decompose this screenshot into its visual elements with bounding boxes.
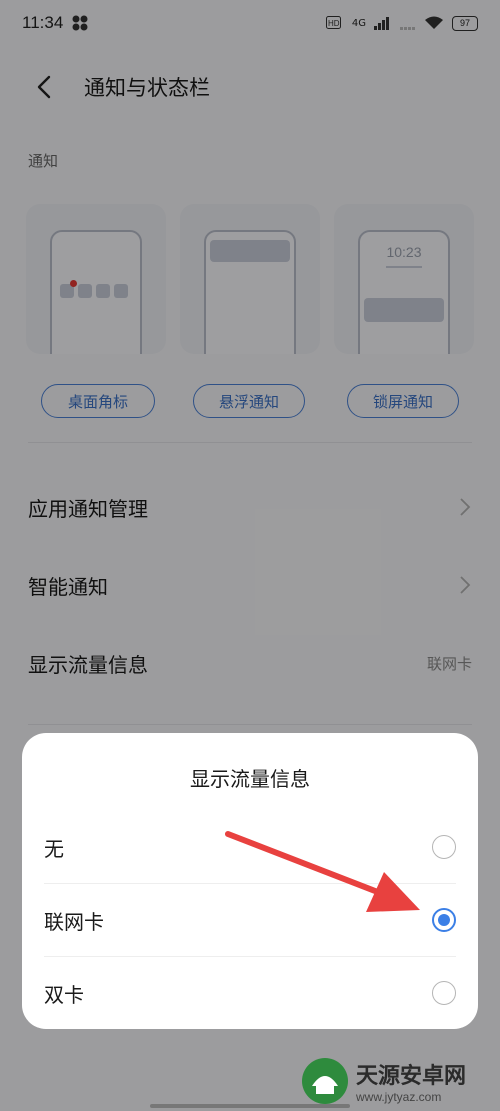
radio-button[interactable] xyxy=(432,835,456,859)
option-label: 无 xyxy=(44,836,64,861)
radio-button-selected[interactable] xyxy=(432,908,456,932)
home-indicator[interactable] xyxy=(150,1104,350,1108)
watermark: 天源安卓网 www.jytyaz.com xyxy=(300,1050,500,1111)
option-dual-card[interactable]: 双卡 xyxy=(22,957,478,1029)
dialog-title: 显示流量信息 xyxy=(190,767,310,791)
option-label: 双卡 xyxy=(44,982,84,1007)
radio-button[interactable] xyxy=(432,981,456,1005)
watermark-url: www.jytyaz.com xyxy=(356,1089,442,1104)
option-none[interactable]: 无 xyxy=(22,811,478,883)
option-connected-card[interactable]: 联网卡 xyxy=(22,884,478,956)
option-label: 联网卡 xyxy=(44,909,104,934)
watermark-name: 天源安卓网 xyxy=(356,1063,467,1089)
watermark-logo-icon xyxy=(302,1057,348,1104)
data-usage-dialog: 显示流量信息 无 联网卡 双卡 xyxy=(22,733,478,1029)
